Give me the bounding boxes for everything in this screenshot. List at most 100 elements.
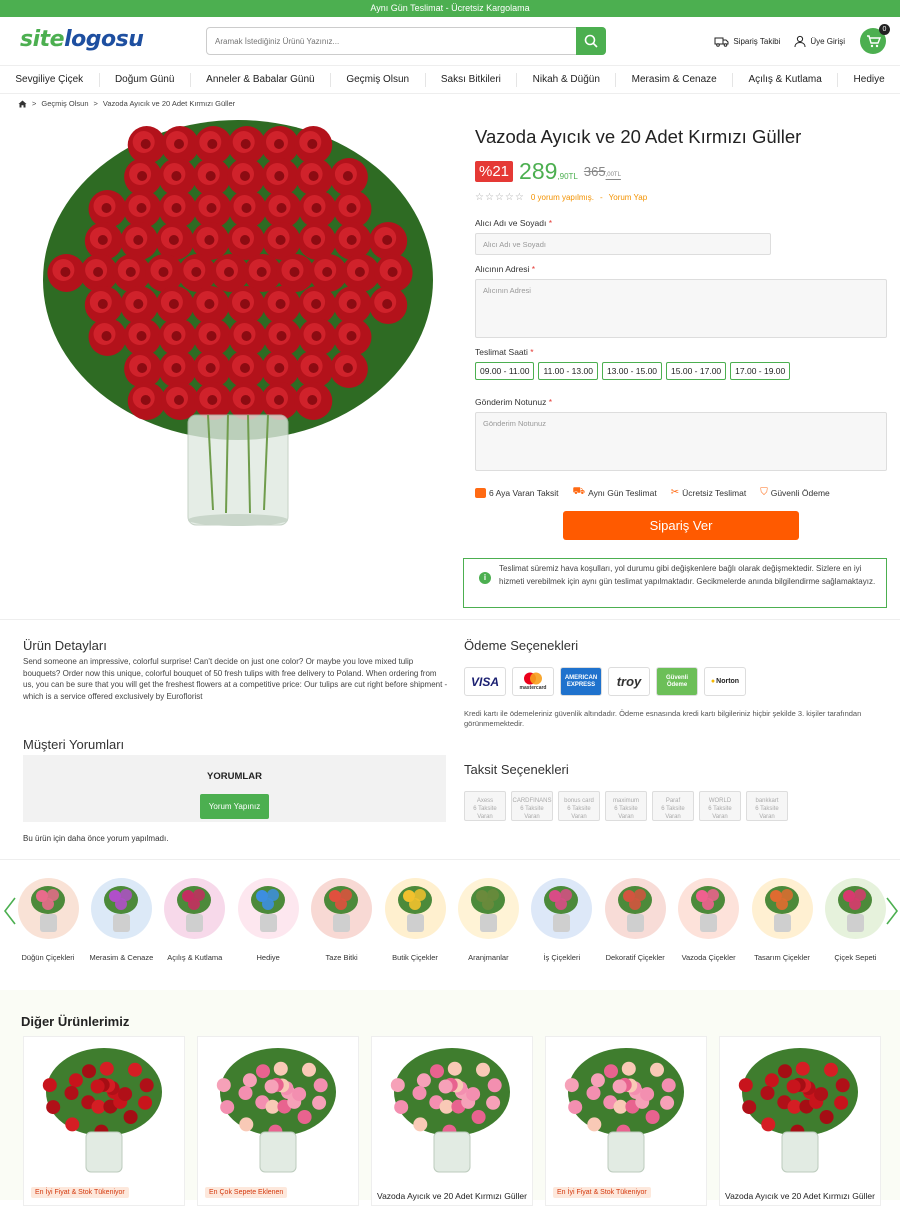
product-card-image bbox=[216, 1048, 336, 1173]
bank-logo: bankkart 6 Taksite Varan bbox=[746, 791, 788, 821]
login-link[interactable]: Üye Girişi bbox=[794, 35, 845, 47]
category-item[interactable]: Düğün Çiçekleri bbox=[13, 878, 83, 962]
bank-logo: Axess 6 Taksite Varan bbox=[464, 791, 506, 821]
category-item[interactable]: Çiçek Sepeti bbox=[820, 878, 890, 962]
cart-button[interactable]: 0 bbox=[860, 24, 890, 54]
nav-item[interactable]: Hediye bbox=[838, 73, 900, 87]
search-bar bbox=[206, 27, 606, 55]
category-item[interactable]: Tasarım Çiçekler bbox=[747, 878, 817, 962]
product-card[interactable]: Vazoda Ayıcık ve 20 Adet Kırmızı Güller bbox=[371, 1036, 533, 1206]
nav-item[interactable]: Açılış & Kutlama bbox=[733, 72, 839, 87]
nav-item[interactable]: Sevgiliye Çiçek bbox=[0, 72, 100, 87]
product-card[interactable]: Vazoda Ayıcık ve 20 Adet Kırmızı Güller bbox=[719, 1036, 881, 1206]
topbar-announcement: Aynı Gün Teslimat - Ücretsiz Kargolama bbox=[0, 0, 900, 17]
bank-logo: CARDFINANS 6 Taksite Varan bbox=[511, 791, 553, 821]
nav-item[interactable]: Geçmiş Olsun bbox=[331, 72, 426, 87]
truck-icon bbox=[714, 37, 729, 47]
nav-item[interactable]: Doğum Günü bbox=[100, 72, 191, 87]
nav-item[interactable]: Merasim & Cenaze bbox=[616, 72, 734, 87]
bank-logo: WORLD 6 Taksite Varan bbox=[699, 791, 741, 821]
breadcrumb-item: Vazoda Ayıcık ve 20 Adet Kırmızı Güller bbox=[102, 99, 236, 108]
old-price: 365,00TL bbox=[583, 164, 621, 179]
category-image bbox=[457, 878, 519, 939]
login-label: Üye Girişi bbox=[810, 36, 845, 46]
reviews-title: Müşteri Yorumları bbox=[23, 737, 125, 752]
header: sitelogosu Sipariş Takibi Üye Girişi 0 bbox=[0, 17, 900, 65]
nav-item[interactable]: Saksı Bitkileri bbox=[426, 72, 518, 87]
feature-item: ⛟ Aynı Gün Teslimat bbox=[572, 486, 657, 498]
payment-title: Ödeme Seçenekleri bbox=[464, 638, 579, 653]
write-review-button[interactable]: Yorum Yapınız bbox=[199, 794, 270, 819]
category-image bbox=[824, 878, 886, 939]
reviews-box: YORUMLAR Yorum Yapınız bbox=[23, 755, 446, 822]
category-item[interactable]: Hediye bbox=[233, 878, 303, 962]
category-image bbox=[311, 878, 373, 939]
category-item[interactable]: Taze Bitki bbox=[307, 878, 377, 962]
cart-icon bbox=[866, 34, 881, 47]
category-image bbox=[604, 878, 666, 939]
category-item[interactable]: Vazoda Çiçekler bbox=[674, 878, 744, 962]
order-tracking-label: Sipariş Takibi bbox=[733, 36, 781, 46]
category-label: Merasim & Cenaze bbox=[89, 953, 154, 962]
payment-options: Ödeme Seçenekleri VISA mastercard AMERIC… bbox=[464, 638, 889, 728]
reviews-box-title: YORUMLAR bbox=[207, 771, 262, 782]
feature-item: ✂ Ücretsiz Teslimat bbox=[670, 487, 747, 498]
time-slot-option[interactable]: 15.00 - 17.00 bbox=[666, 362, 727, 380]
category-image bbox=[384, 878, 446, 939]
category-item[interactable]: Merasim & Cenaze bbox=[86, 878, 156, 962]
category-item[interactable]: Açılış & Kutlama bbox=[160, 878, 230, 962]
feature-item: ⛉ Güvenli Ödeme bbox=[760, 487, 830, 498]
search-input[interactable] bbox=[207, 28, 576, 54]
mastercard-logo: mastercard bbox=[512, 667, 554, 696]
no-reviews-text: Bu ürün için daha önce yorum yapılmadı. bbox=[23, 834, 169, 843]
time-slot-option[interactable]: 17.00 - 19.00 bbox=[730, 362, 791, 380]
search-button[interactable] bbox=[576, 27, 606, 55]
note-textarea[interactable]: Gönderim Notunuz bbox=[475, 412, 887, 471]
category-label: Butik Çiçekler bbox=[392, 953, 438, 962]
product-card-tag: En İyi Fiyat & Stok Tükeniyor bbox=[553, 1187, 651, 1198]
recipient-input[interactable]: Alıcı Adı ve Soyadı bbox=[475, 233, 771, 255]
divider bbox=[0, 859, 900, 860]
installment-options: Taksit Seçenekleri Axess 6 Taksite Varan … bbox=[464, 762, 889, 821]
product-card[interactable]: En Çok Sepete Eklenen bbox=[197, 1036, 359, 1206]
address-label: Alıcının Adresi * bbox=[475, 264, 536, 274]
time-slot-option[interactable]: 09.00 - 11.00 bbox=[475, 362, 535, 380]
product-details: Ürün Detayları Send someone an impressiv… bbox=[23, 638, 448, 702]
category-image bbox=[90, 878, 152, 939]
rating-separator: - bbox=[599, 193, 603, 202]
order-tracking-link[interactable]: Sipariş Takibi bbox=[714, 35, 780, 47]
category-item[interactable]: Aranjmanlar bbox=[453, 878, 523, 962]
cart-count-badge: 0 bbox=[879, 24, 890, 35]
nav-item[interactable]: Anneler & Babalar Günü bbox=[191, 72, 331, 87]
time-slot-option[interactable]: 13.00 - 15.00 bbox=[601, 362, 663, 380]
review-count: 0 yorum yapılmış. bbox=[530, 193, 594, 202]
category-label: Açılış & Kutlama bbox=[167, 953, 223, 962]
home-icon[interactable] bbox=[18, 100, 27, 108]
rating-row: ☆☆☆☆☆ 0 yorum yapılmış. - Yorum Yap bbox=[475, 192, 887, 203]
address-textarea[interactable]: Alıcının Adresi bbox=[475, 279, 887, 338]
breadcrumb-item[interactable]: Geçmiş Olsun bbox=[41, 99, 88, 108]
installment-icon bbox=[475, 487, 486, 498]
details-title: Ürün Detayları bbox=[23, 638, 107, 653]
order-button[interactable]: Sipariş Ver bbox=[563, 511, 799, 540]
visa-logo: VISA bbox=[464, 667, 506, 696]
other-products: Diğer Ürünlerimiz En İyi Fiyat & Stok Tü… bbox=[0, 990, 900, 1206]
site-logo[interactable]: sitelogosu bbox=[20, 27, 144, 52]
amex-logo: AMERICAN EXPRESS bbox=[560, 667, 602, 696]
product-card-image bbox=[42, 1048, 162, 1173]
product-card-image bbox=[390, 1048, 510, 1173]
customer-reviews: Müşteri Yorumları YORUMLAR Yorum Yapınız… bbox=[23, 737, 446, 843]
product-card[interactable]: En İyi Fiyat & Stok Tükeniyor bbox=[545, 1036, 707, 1206]
write-review-link[interactable]: Yorum Yap bbox=[609, 193, 648, 202]
time-slot-option[interactable]: 11.00 - 13.00 bbox=[538, 362, 598, 380]
bank-logo: bonus card 6 Taksite Varan bbox=[558, 791, 600, 821]
nav-item[interactable]: Nikah & Düğün bbox=[517, 72, 617, 87]
category-item[interactable]: İş Çiçekleri bbox=[527, 878, 597, 962]
category-item[interactable]: Dekoratif Çiçekler bbox=[600, 878, 670, 962]
product-card[interactable]: En İyi Fiyat & Stok Tükeniyor bbox=[23, 1036, 185, 1206]
product-card-tag: En Çok Sepete Eklenen bbox=[205, 1187, 288, 1198]
category-label: Taze Bitki bbox=[325, 953, 358, 962]
discount-badge: %21 bbox=[475, 161, 514, 182]
delivery-time-label: Teslimat Saati * bbox=[475, 347, 534, 357]
category-item[interactable]: Butik Çiçekler bbox=[380, 878, 450, 962]
